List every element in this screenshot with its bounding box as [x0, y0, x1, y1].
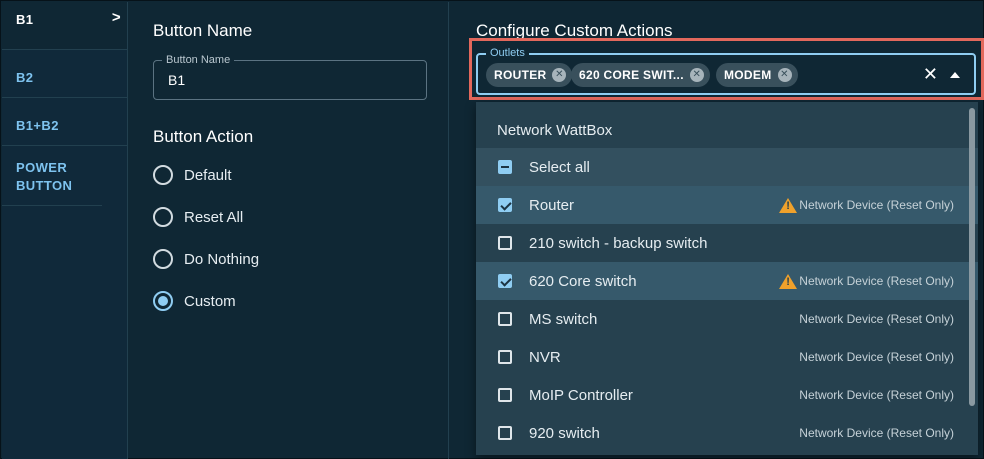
- device-type-tag: Network Device (Reset Only): [799, 312, 954, 326]
- sidebar-item-label: POWER BUTTON: [16, 160, 73, 193]
- radio-circle[interactable]: [153, 165, 173, 185]
- menu-group-header: Network WattBox: [497, 122, 613, 139]
- tag-label: Network Device (Reset Only): [799, 388, 954, 402]
- checkbox[interactable]: [498, 350, 512, 364]
- button-name-legend: Button Name: [162, 54, 235, 67]
- outlet-chip-620-core-switch[interactable]: 620 CORE SWIT... ✕: [571, 63, 710, 87]
- radio-label: Reset All: [184, 208, 244, 226]
- outlet-option-moip-controller[interactable]: MoIP Controller Network Device (Reset On…: [476, 376, 978, 414]
- radio-custom[interactable]: Custom: [153, 290, 236, 312]
- sidebar-item-b1-b2[interactable]: B1+B2: [2, 98, 127, 146]
- radio-label: Default: [184, 166, 232, 184]
- button-sidebar: B1 > B2 B1+B2 POWER BUTTON: [2, 2, 128, 459]
- checkbox[interactable]: [498, 388, 512, 402]
- app-frame: B1 > B2 B1+B2 POWER BUTTON Button Name B…: [0, 0, 984, 459]
- close-icon[interactable]: ✕: [923, 64, 938, 84]
- checkbox[interactable]: [498, 426, 512, 440]
- option-label: Select all: [529, 158, 590, 176]
- checkbox[interactable]: [498, 236, 512, 250]
- outlet-option-210-switch[interactable]: 210 switch - backup switch: [476, 224, 978, 262]
- sidebar-item-label: B1+B2: [16, 118, 59, 133]
- warning-icon: [779, 197, 798, 213]
- outlets-dropdown-menu: Network WattBox Select all Router Networ…: [476, 102, 978, 455]
- outlet-chip-modem[interactable]: MODEM ✕: [716, 63, 798, 87]
- sidebar-item-label: B2: [16, 70, 34, 85]
- device-type-tag: Network Device (Reset Only): [799, 426, 954, 440]
- chip-remove-icon[interactable]: ✕: [689, 68, 704, 82]
- option-label: 210 switch - backup switch: [529, 234, 708, 252]
- outlet-option-620-core-switch[interactable]: 620 Core switch Network Device (Reset On…: [476, 262, 978, 300]
- tag-label: Network Device (Reset Only): [799, 350, 954, 364]
- option-label: 620 Core switch: [529, 272, 637, 290]
- outlets-select[interactable]: Outlets ROUTER ✕ 620 CORE SWIT... ✕ MODE…: [476, 47, 976, 95]
- option-label: MS switch: [529, 310, 598, 328]
- radio-default[interactable]: Default: [153, 164, 232, 186]
- option-label: Router: [529, 196, 575, 214]
- radio-circle[interactable]: [153, 249, 173, 269]
- sidebar-item-label: B1: [16, 12, 34, 27]
- radio-do-nothing[interactable]: Do Nothing: [153, 248, 259, 270]
- outlet-chip-router[interactable]: ROUTER ✕: [486, 63, 573, 87]
- custom-actions-panel: Configure Custom Actions Outlets ROUTER …: [450, 2, 984, 459]
- chip-label: ROUTER: [494, 68, 547, 82]
- device-type-tag: Network Device (Reset Only): [779, 273, 954, 289]
- chevron-right-icon: >: [111, 9, 121, 26]
- checkbox-checked[interactable]: [498, 274, 512, 288]
- chip-remove-icon[interactable]: ✕: [552, 68, 567, 82]
- button-name-value: B1: [168, 72, 186, 88]
- sidebar-item-b1[interactable]: B1 >: [2, 2, 127, 50]
- radio-circle[interactable]: [153, 207, 173, 227]
- menu-scrollbar[interactable]: [969, 108, 975, 406]
- button-action-heading: Button Action: [153, 127, 254, 146]
- device-type-tag: Network Device (Reset Only): [779, 197, 954, 213]
- button-name-heading: Button Name: [153, 21, 253, 40]
- tag-label: Network Device (Reset Only): [799, 198, 954, 212]
- option-label: MoIP Controller: [529, 386, 633, 404]
- caret-up-icon[interactable]: [950, 72, 960, 78]
- tag-label: Network Device (Reset Only): [799, 274, 954, 288]
- button-name-field[interactable]: Button Name B1: [153, 54, 427, 100]
- select-all-option[interactable]: Select all: [476, 148, 978, 186]
- checkbox[interactable]: [498, 312, 512, 326]
- sidebar-item-power-button[interactable]: POWER BUTTON: [2, 146, 102, 206]
- chip-remove-icon[interactable]: ✕: [777, 68, 792, 82]
- radio-circle-checked[interactable]: [153, 291, 173, 311]
- outlet-option-ms-switch[interactable]: MS switch Network Device (Reset Only): [476, 300, 978, 338]
- outlet-option-920-switch[interactable]: 920 switch Network Device (Reset Only): [476, 414, 978, 452]
- warning-icon: [779, 273, 798, 289]
- outlet-option-router[interactable]: Router Network Device (Reset Only): [476, 186, 978, 224]
- radio-label: Custom: [184, 292, 236, 310]
- option-label: 920 switch: [529, 424, 600, 442]
- indeterminate-checkbox[interactable]: [498, 160, 512, 174]
- device-type-tag: Network Device (Reset Only): [799, 350, 954, 364]
- option-label: NVR: [529, 348, 561, 366]
- chip-label: 620 CORE SWIT...: [579, 68, 684, 82]
- radio-reset-all[interactable]: Reset All: [153, 206, 243, 228]
- chip-label: MODEM: [724, 68, 772, 82]
- outlets-legend: Outlets: [486, 47, 529, 60]
- sidebar-item-b2[interactable]: B2: [2, 50, 127, 98]
- radio-label: Do Nothing: [184, 250, 260, 268]
- tag-label: Network Device (Reset Only): [799, 426, 954, 440]
- device-type-tag: Network Device (Reset Only): [799, 388, 954, 402]
- button-settings-panel: Button Name Button Name B1 Button Action…: [129, 2, 449, 459]
- checkbox-checked[interactable]: [498, 198, 512, 212]
- outlet-option-nvr[interactable]: NVR Network Device (Reset Only): [476, 338, 978, 376]
- tag-label: Network Device (Reset Only): [799, 312, 954, 326]
